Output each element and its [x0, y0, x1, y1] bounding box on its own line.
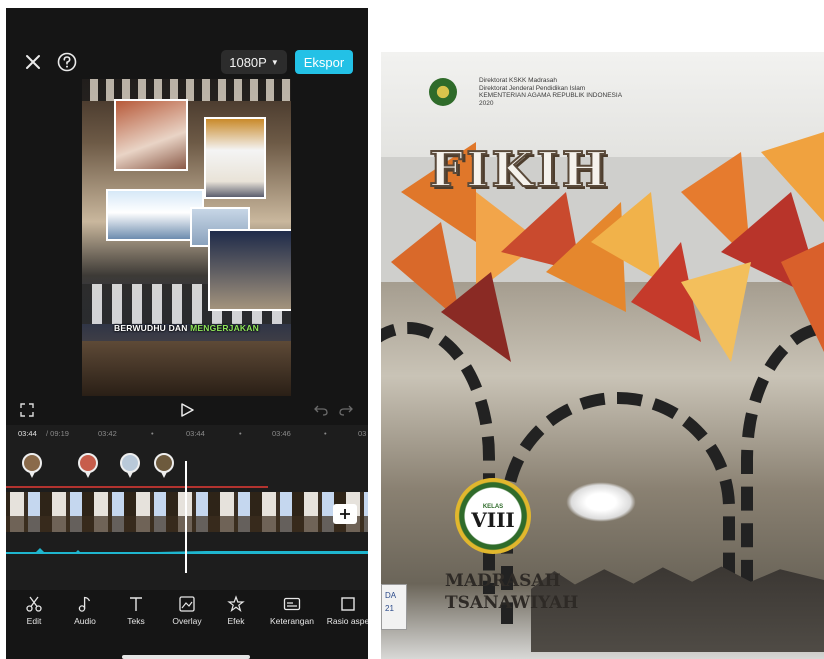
publisher-line: 2020 [479, 99, 494, 107]
caption-text-white: BERWUDHU DAN [114, 323, 191, 333]
tool-label: Overlay [172, 616, 202, 626]
preview-photo-shower [114, 99, 188, 171]
redo-icon[interactable] [339, 404, 353, 416]
video-editor-screen: 1080P ▼ Ekspor BERWUDHU DAN MENGERJAKAN … [6, 8, 368, 659]
tool-edit[interactable]: Edit [6, 595, 62, 626]
overlay-icon [179, 596, 195, 612]
book-title: FIKIH [428, 141, 611, 199]
kelas-value: VIII [471, 508, 515, 532]
playhead[interactable] [185, 461, 187, 573]
preview-photo-pilgrims [204, 117, 266, 199]
book-subtitle: MADRASAH TSANAWIYAH [445, 570, 578, 614]
ruler-dot: • [239, 429, 242, 438]
undo-icon[interactable] [314, 404, 328, 416]
export-button[interactable]: Ekspor [295, 50, 353, 74]
music-note-icon [78, 596, 91, 612]
timecode-total: / 09:19 [46, 429, 69, 438]
timeline-marker[interactable] [78, 453, 98, 481]
caret-down-icon: ▼ [270, 57, 279, 67]
tool-label: Keterangan [270, 616, 314, 626]
preview-arch-pattern-top [82, 79, 291, 101]
tool-effects[interactable]: Efek [208, 595, 264, 626]
tool-audio[interactable]: Audio [57, 595, 113, 626]
text-icon [130, 597, 142, 611]
publisher-info: Direktorat KSKK Madrasah Direktorat Jend… [479, 77, 622, 107]
sticker-text: 21 [385, 604, 394, 613]
effect-track-bar[interactable] [6, 486, 268, 488]
preview-mosque-interior [82, 341, 291, 396]
tool-overlay[interactable]: Overlay [159, 595, 215, 626]
effects-icon [227, 595, 245, 613]
audio-waveform-track[interactable] [6, 543, 368, 559]
publisher-line: KEMENTERIAN AGAMA REPUBLIK INDONESIA [479, 92, 623, 99]
kelas-badge: KELAS VIII [455, 478, 531, 554]
timecode-ruler: 03:44 / 09:19 03:42 • 03:44 • 03:46 • 03 [6, 425, 368, 441]
keyframe-markers [6, 453, 368, 483]
tool-aspect-ratio[interactable]: Rasio aspe [320, 595, 368, 626]
timeline-marker[interactable] [120, 453, 140, 481]
publisher-line: Direktorat KSKK Madrasah [479, 77, 558, 84]
ruler-dot: • [151, 429, 154, 438]
ruler-dot: • [324, 429, 327, 438]
video-preview[interactable]: BERWUDHU DAN MENGERJAKAN [82, 79, 291, 396]
add-clip-button[interactable] [333, 504, 357, 524]
ruler-tick-label: 03 [358, 429, 367, 438]
plus-icon [340, 509, 350, 519]
resolution-label: 1080P [229, 54, 267, 70]
sticker-text: DA [385, 591, 397, 600]
fikih-book-cover-photo: Direktorat KSKK Madrasah Direktorat Jend… [381, 52, 824, 659]
help-icon[interactable] [56, 51, 78, 73]
tool-label: Edit [26, 616, 42, 626]
publisher-line: Direktorat Jenderal Pendidikan Islam [479, 84, 586, 92]
timeline-marker[interactable] [22, 453, 42, 481]
tool-label: Teks [127, 616, 145, 626]
resolution-dropdown[interactable]: 1080P ▼ [221, 50, 287, 74]
ruler-tick-label: 03:42 [98, 429, 117, 438]
aspect-ratio-icon [341, 597, 355, 611]
timeline-panel[interactable]: 03:44 / 09:19 03:42 • 03:44 • 03:46 • 03 [6, 425, 368, 590]
playback-controls [6, 400, 368, 422]
home-indicator [122, 655, 250, 659]
tool-label: Rasio aspe [326, 616, 368, 626]
tool-text[interactable]: Teks [108, 595, 164, 626]
tool-captions[interactable]: Keterangan [264, 595, 320, 626]
play-icon[interactable] [179, 402, 195, 418]
timeline-marker[interactable] [154, 453, 174, 481]
kemenag-emblem-icon [429, 78, 457, 106]
captions-icon [283, 597, 301, 611]
preview-photo-mosque-night [208, 229, 291, 311]
tool-label: Efek [227, 616, 245, 626]
caption-text-highlight: MENGERJAKAN [190, 323, 259, 333]
ruler-tick-label: 03:44 [186, 429, 205, 438]
close-icon[interactable] [22, 51, 44, 73]
scissors-icon [26, 596, 42, 612]
subtitle-line: MADRASAH [445, 571, 561, 591]
tool-label: Audio [74, 616, 96, 626]
ruler-tick-label: 03:46 [272, 429, 291, 438]
subtitle-line: TSANAWIYAH [445, 593, 579, 613]
preview-caption: BERWUDHU DAN MENGERJAKAN [82, 323, 291, 333]
timecode-current: 03:44 [18, 429, 37, 438]
chandelier [566, 482, 636, 522]
fullscreen-icon[interactable] [20, 403, 34, 417]
video-clip-track[interactable] [6, 492, 368, 532]
bottom-toolbar: Edit Audio Teks Overlay Efek Keterangan … [6, 595, 368, 639]
library-sticker: DA 21 [381, 584, 407, 630]
